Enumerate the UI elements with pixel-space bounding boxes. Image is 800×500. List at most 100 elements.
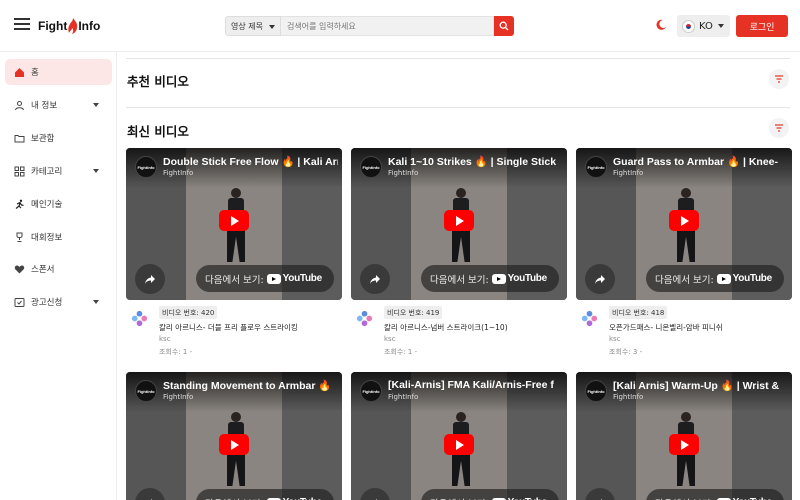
play-button[interactable] [219,210,249,231]
watch-on-youtube-button[interactable]: 다음에서 보기:YouTube [646,265,784,292]
share-button[interactable] [585,264,615,294]
chevron-down-icon [269,25,275,29]
language-label: KO [699,20,713,32]
logo-text-right: Info [78,19,101,33]
moon-icon[interactable] [655,19,667,31]
youtube-video-title[interactable]: [Kali-Arnis] FMA Kali/Arnis-Free f [388,379,563,391]
menu-icon[interactable] [12,15,32,35]
uploader-avatar-icon[interactable] [130,309,149,328]
video-thumbnail[interactable]: FightInfo [Kali Arnis] Warm-Up 🔥 | Wrist … [576,372,792,500]
youtube-logo: YouTube [716,273,772,284]
watch-on-youtube-button[interactable]: 다음에서 보기:YouTube [196,265,334,292]
sidebar-item-6[interactable]: 스폰서 [5,256,112,282]
video-thumbnail[interactable]: FightInfo Double Stick Free Flow 🔥 | Kali… [126,148,342,300]
youtube-icon [716,273,731,284]
chevron-down-icon [93,169,99,173]
sidebar-item-label: 메인기술 [31,200,63,210]
play-button[interactable] [444,434,474,455]
watch-on-youtube-button[interactable]: 다음에서 보기:YouTube [421,265,559,292]
video-number-badge: 비디오 번호: 420 [159,306,218,319]
video-thumbnail[interactable]: FightInfo Kali 1~10 Strikes 🔥 | Single St… [351,148,567,300]
uploader-avatar-icon[interactable] [580,309,599,328]
logo[interactable]: Fight Info [38,16,100,36]
grid-icon [14,166,25,177]
sidebar-item-5[interactable]: 대회정보 [5,224,112,250]
watch-on-label: 다음에서 보기: [205,274,264,286]
video-thumbnail[interactable]: FightInfo Standing Movement to Armbar 🔥 Fi… [126,372,342,500]
watch-on-youtube-button[interactable]: 다음에서 보기:YouTube [196,489,334,500]
section-title-recommended: 추천 비디오 [127,74,189,89]
channel-avatar[interactable]: FightInfo [135,380,157,402]
video-title[interactable]: 오픈가드패스- 니온벨리-암바 피니쉬 [609,322,789,333]
watch-on-youtube-button[interactable]: 다음에서 보기:YouTube [646,489,784,500]
play-button[interactable] [669,210,699,231]
divider [126,58,790,59]
video-author: ksc [159,335,171,343]
chevron-down-icon [718,24,724,28]
video-title[interactable]: 칼리 아르니스-넘버 스트라이크(1~10) [384,322,564,333]
sidebar: 홈내 정보보관함카테고리메인기술대회정보스폰서광고신청 [0,52,117,500]
video-thumbnail[interactable]: FightInfo Guard Pass to Armbar 🔥 | Knee- F… [576,148,792,300]
youtube-channel-name[interactable]: FightInfo [163,169,193,177]
sidebar-item-3[interactable]: 카테고리 [5,158,112,184]
watch-on-label: 다음에서 보기: [430,496,489,500]
sidebar-item-label: 카테고리 [31,167,63,177]
watch-on-label: 다음에서 보기: [205,496,264,500]
filter-button-latest[interactable] [769,118,789,138]
channel-avatar[interactable]: FightInfo [135,156,157,178]
sidebar-item-label: 보관함 [31,134,55,144]
sidebar-item-4[interactable]: 메인기술 [5,191,112,217]
share-button[interactable] [135,264,165,294]
chevron-down-icon [93,300,99,304]
channel-avatar[interactable]: FightInfo [585,156,607,178]
language-select[interactable]: KO [677,15,730,37]
search-button[interactable] [494,16,514,36]
youtube-video-title[interactable]: Double Stick Free Flow 🔥 | Kali Arnis [163,155,338,168]
channel-avatar[interactable]: FightInfo [360,380,382,402]
watch-on-label: 다음에서 보기: [655,274,714,286]
channel-avatar[interactable]: FightInfo [360,156,382,178]
youtube-video-title[interactable]: Kali 1~10 Strikes 🔥 | Single Stick [388,155,563,168]
youtube-video-title[interactable]: Guard Pass to Armbar 🔥 | Knee- [613,155,788,168]
filter-button-recommended[interactable] [769,69,789,89]
sidebar-item-1[interactable]: 내 정보 [5,92,112,118]
logo-text-left: Fight [38,19,68,33]
filter-icon [775,75,783,83]
share-button[interactable] [360,264,390,294]
play-button[interactable] [444,210,474,231]
youtube-channel-name[interactable]: FightInfo [613,393,643,401]
play-button[interactable] [669,434,699,455]
run-icon [14,199,25,210]
video-title[interactable]: 칼리 아르니스- 더블 프리 플로우 스트라이킹 [159,322,339,333]
search-icon [499,21,509,31]
youtube-channel-name[interactable]: FightInfo [613,169,643,177]
play-button[interactable] [219,434,249,455]
chevron-down-icon [93,103,99,107]
watch-on-youtube-button[interactable]: 다음에서 보기:YouTube [421,489,559,500]
search-bar: 영상 제목 [225,16,514,36]
main-content: 추천 비디오 최신 비디오 FightInfo Double Stick Free… [118,52,800,500]
sidebar-item-label: 대회정보 [31,233,63,243]
person-icon [14,100,25,111]
video-views: 조회수: 1 - [384,348,418,356]
youtube-channel-name[interactable]: FightInfo [388,393,418,401]
sidebar-item-0[interactable]: 홈 [5,59,112,85]
login-button[interactable]: 로그인 [736,15,788,37]
youtube-video-title[interactable]: [Kali Arnis] Warm-Up 🔥 | Wrist & [613,379,788,392]
video-thumbnail[interactable]: FightInfo [Kali-Arnis] FMA Kali/Arnis-Fre… [351,372,567,500]
sidebar-item-label: 광고신청 [31,298,63,308]
sidebar-item-label: 내 정보 [31,101,58,111]
youtube-channel-name[interactable]: FightInfo [163,393,193,401]
sidebar-item-7[interactable]: 광고신청 [5,289,112,315]
search-input[interactable] [281,16,494,36]
search-category-select[interactable]: 영상 제목 [225,16,281,36]
filter-icon [775,124,783,132]
sidebar-item-2[interactable]: 보관함 [5,125,112,151]
channel-avatar[interactable]: FightInfo [585,380,607,402]
youtube-channel-name[interactable]: FightInfo [388,169,418,177]
video-views: 조회수: 1 - [159,348,193,356]
youtube-video-title[interactable]: Standing Movement to Armbar 🔥 [163,379,338,392]
youtube-logo: YouTube [266,273,322,284]
uploader-avatar-icon[interactable] [355,309,374,328]
video-number-badge: 비디오 번호: 418 [609,306,668,319]
